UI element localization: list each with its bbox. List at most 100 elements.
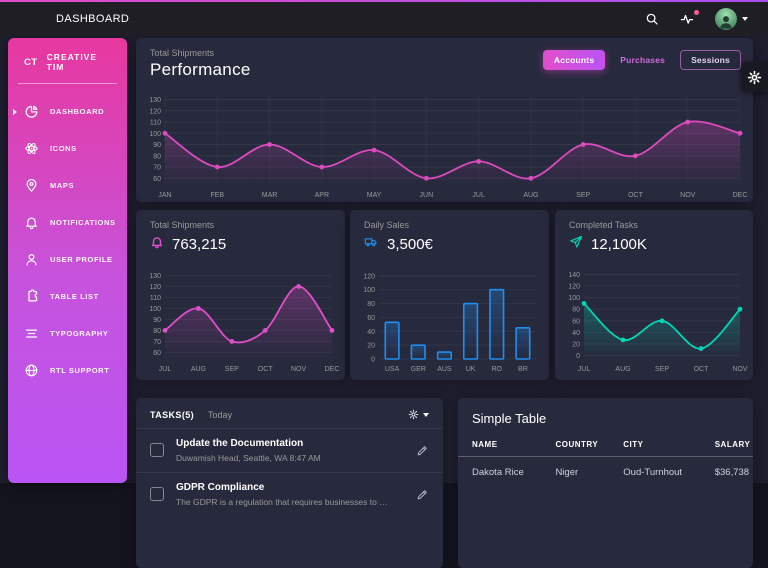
chart-pie-icon bbox=[24, 104, 39, 119]
tasks-settings-dropdown[interactable] bbox=[408, 409, 429, 420]
svg-text:UK: UK bbox=[466, 366, 476, 373]
svg-text:AUG: AUG bbox=[615, 366, 630, 373]
total-shipments-card: Total Shipments 763,215 60 70 80 90 100 110 12… bbox=[136, 210, 345, 380]
svg-text:FEB: FEB bbox=[210, 192, 224, 199]
sidebar-item-user-profile[interactable]: USER PROFILE bbox=[8, 241, 127, 278]
pencil-icon[interactable] bbox=[416, 444, 429, 462]
pencil-icon[interactable] bbox=[416, 488, 429, 506]
top-navbar: DASHBOARD bbox=[0, 2, 768, 36]
total-shipments-chart: 60 70 80 90 100 110 120 130 JUL AUG SEP OCT NOV DEC bbox=[149, 273, 340, 373]
performance-title: Performance bbox=[150, 60, 251, 79]
delivery-truck-icon bbox=[364, 235, 379, 253]
task-body: Update the Documentation Duwamish Head, … bbox=[176, 438, 321, 463]
map-pin-icon bbox=[24, 178, 39, 193]
svg-text:APR: APR bbox=[315, 192, 329, 199]
daily-sales-card: Daily Sales 3,500€ 0 20 40 60 80 100 120 USA GER… bbox=[350, 210, 549, 380]
svg-text:0: 0 bbox=[576, 353, 580, 360]
sidebar-item-label: RTL SUPPORT bbox=[50, 366, 110, 375]
svg-text:DEC: DEC bbox=[325, 366, 340, 373]
sidebar-item-rtl-support[interactable]: RTL SUPPORT bbox=[8, 352, 127, 389]
sidebar-item-dashboard[interactable]: DASHBOARD bbox=[8, 93, 127, 130]
sidebar-item-label: MAPS bbox=[50, 181, 75, 190]
svg-text:JUL: JUL bbox=[159, 366, 172, 373]
sidebar-item-label: ICONS bbox=[50, 144, 77, 153]
svg-text:SEP: SEP bbox=[655, 366, 669, 373]
search-icon[interactable] bbox=[645, 12, 659, 26]
tab-accounts[interactable]: Accounts bbox=[542, 50, 606, 70]
svg-text:60: 60 bbox=[153, 350, 161, 357]
task-checkbox[interactable] bbox=[150, 443, 164, 457]
task-body: GDPR Compliance The GDPR is a regulation… bbox=[176, 482, 391, 507]
stat-value: 12,100K bbox=[591, 235, 647, 253]
svg-text:SEP: SEP bbox=[225, 366, 239, 373]
active-item-marker bbox=[13, 108, 17, 115]
brand-logo: CT bbox=[24, 56, 38, 68]
stat-label: Daily Sales bbox=[364, 220, 410, 230]
svg-text:NOV: NOV bbox=[732, 366, 748, 373]
settings-gear-button[interactable] bbox=[741, 62, 768, 92]
navbar-actions bbox=[645, 8, 748, 30]
stat-value: 3,500€ bbox=[387, 235, 433, 253]
svg-text:80: 80 bbox=[367, 301, 375, 308]
sidebar-item-typography[interactable]: TYPOGRAPHY bbox=[8, 315, 127, 352]
svg-text:AUG: AUG bbox=[191, 366, 206, 373]
cell-city: Oud-Turnhout bbox=[623, 467, 683, 478]
svg-text:100: 100 bbox=[149, 131, 161, 138]
task-checkbox[interactable] bbox=[150, 487, 164, 501]
brand-name: CREATIVE TIM bbox=[46, 52, 98, 72]
tasks-header: TASKS(5) Today bbox=[136, 398, 443, 428]
tab-purchases[interactable]: Purchases bbox=[609, 50, 676, 70]
svg-text:120: 120 bbox=[363, 273, 375, 280]
gear-icon bbox=[408, 409, 419, 420]
sidebar-brand[interactable]: CT CREATIVE TIM bbox=[8, 38, 127, 83]
svg-text:60: 60 bbox=[367, 315, 375, 322]
svg-text:100: 100 bbox=[363, 287, 375, 294]
cell-name: Dakota Rice bbox=[472, 467, 524, 478]
sidebar-item-notifications[interactable]: NOTIFICATIONS bbox=[8, 204, 127, 241]
svg-text:40: 40 bbox=[367, 329, 375, 336]
svg-text:40: 40 bbox=[572, 330, 580, 337]
tasks-filter: Today bbox=[208, 409, 233, 420]
svg-text:110: 110 bbox=[150, 120, 161, 127]
sidebar-item-label: NOTIFICATIONS bbox=[50, 218, 116, 227]
task-title: Update the Documentation bbox=[176, 438, 304, 449]
daily-sales-chart: 0 20 40 60 80 100 120 USA GER AUS UK RO BR bbox=[363, 273, 536, 373]
task-meta: Duwamish Head, Seattle, WA 8:47 AM bbox=[176, 453, 321, 463]
svg-text:JAN: JAN bbox=[158, 192, 171, 199]
tab-sessions[interactable]: Sessions bbox=[680, 50, 741, 70]
svg-text:80: 80 bbox=[572, 307, 580, 314]
task-title: GDPR Compliance bbox=[176, 482, 265, 493]
page-title: DASHBOARD bbox=[56, 13, 130, 25]
sidebar: CT CREATIVE TIM DASHBOARD ICONS MAPS NOT… bbox=[8, 38, 127, 483]
svg-text:60: 60 bbox=[572, 318, 580, 325]
sidebar-item-maps[interactable]: MAPS bbox=[8, 167, 127, 204]
completed-tasks-chart: 0 20 40 60 80 100 120 140 JUL AUG SEP OCT NOV bbox=[568, 272, 748, 373]
column-country: COUNTRY bbox=[549, 435, 618, 457]
table-title: Simple Table bbox=[472, 411, 547, 426]
user-menu[interactable] bbox=[715, 8, 748, 30]
sidebar-item-label: TYPOGRAPHY bbox=[50, 329, 109, 338]
gear-icon bbox=[747, 70, 762, 84]
cell-salary: $36,738 bbox=[714, 467, 750, 478]
svg-text:130: 130 bbox=[149, 97, 161, 104]
notification-badge bbox=[694, 10, 699, 15]
cell-country: Niger bbox=[555, 467, 579, 478]
svg-text:GER: GER bbox=[411, 366, 426, 373]
svg-text:OCT: OCT bbox=[694, 366, 710, 373]
globe-icon bbox=[24, 363, 39, 378]
column-salary: SALARY bbox=[708, 435, 753, 457]
column-name: NAME bbox=[458, 435, 550, 457]
performance-chart: 60 70 80 90 100 110 120 130 JAN FEB MAR APR MAY JUN JU… bbox=[149, 97, 747, 199]
stat-value-row: 12,100K bbox=[569, 235, 647, 253]
svg-text:80: 80 bbox=[153, 328, 161, 335]
simple-table: NAME COUNTRY CITY SALARY Dakota Rice Nig… bbox=[458, 435, 753, 488]
stat-value-row: 3,500€ bbox=[364, 235, 433, 253]
svg-text:AUG: AUG bbox=[523, 192, 538, 199]
svg-text:140: 140 bbox=[568, 272, 580, 279]
task-item-update-documentation: Update the Documentation Duwamish Head, … bbox=[136, 428, 443, 472]
sidebar-item-icons[interactable]: ICONS bbox=[8, 130, 127, 167]
svg-text:70: 70 bbox=[153, 339, 161, 346]
sidebar-item-table-list[interactable]: TABLE LIST bbox=[8, 278, 127, 315]
sidebar-item-label: USER PROFILE bbox=[50, 255, 113, 264]
notifications-pulse-icon[interactable] bbox=[679, 10, 699, 26]
